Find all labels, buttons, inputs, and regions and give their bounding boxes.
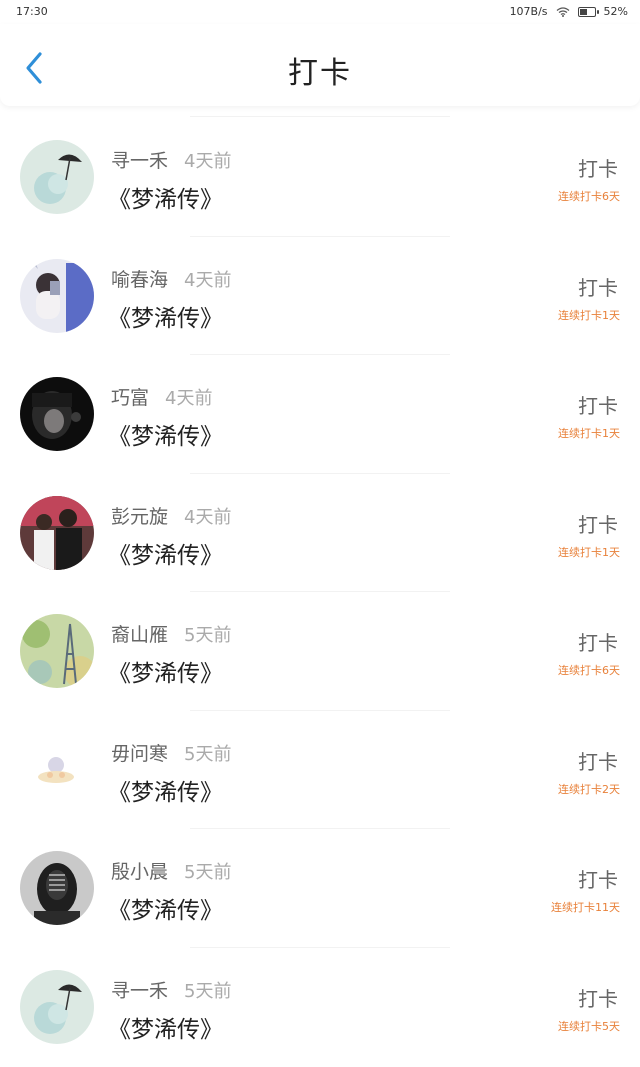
book-title: 《梦浠传》 [108,305,223,332]
book-title: 《梦浠传》 [108,187,223,213]
checkin-button[interactable]: 打卡 [578,153,618,182]
avatar[interactable] [20,258,94,333]
checkin-button[interactable]: 打卡 [578,627,618,656]
battery-percent: 52% [603,5,628,18]
status-indicators: 107B/s 52% [510,5,628,18]
streak-label: 连续打卡11天 [551,901,620,914]
time-ago: 5天前 [184,743,232,765]
book-title: 《梦浠传》 [108,661,223,687]
streak-label: 连续打卡6天 [558,190,620,203]
list-item[interactable]: 喻春海 4天前 《梦浠传》 打卡 连续打卡1天 [0,237,640,355]
header: 打卡 [0,24,640,106]
list-item[interactable]: 裔山雁 5天前 《梦浠传》 打卡 连续打卡6天 [0,592,640,711]
item-meta: 毋问寒 5天前 [111,739,231,766]
item-meta: 裔山雁 5天前 [111,620,231,647]
time-ago: 5天前 [184,862,232,883]
list-item[interactable]: 巧富 4天前 《梦浠传》 打卡 连续打卡1天 [0,355,640,474]
page-title: 打卡 [288,56,352,91]
list-item[interactable]: 殷小晨 5天前 《梦浠传》 打卡 连续打卡11天 [0,829,640,948]
checkin-button[interactable]: 打卡 [578,272,618,301]
list-item[interactable]: 寻一禾 5天前 《梦浠传》 打卡 连续打卡5天 [0,948,640,1067]
book-title: 《梦浠传》 [108,542,223,569]
user-name: 寻一禾 [111,979,169,1002]
user-name: 殷小晨 [111,861,169,883]
wifi-icon [556,6,570,17]
time-ago: 4天前 [184,506,232,528]
checkin-button[interactable]: 打卡 [578,983,618,1012]
avatar[interactable] [20,377,94,451]
user-name: 彭元旋 [111,505,169,528]
network-speed: 107B/s [509,5,548,18]
avatar[interactable] [20,969,94,1044]
item-meta: 殷小晨 5天前 [111,857,231,884]
user-name: 裔山雁 [111,624,169,646]
avatar[interactable] [20,495,94,570]
avatar[interactable] [20,140,94,214]
streak-label: 连续打卡6天 [558,664,620,677]
streak-label: 连续打卡1天 [558,545,620,559]
battery-icon [577,6,599,17]
item-meta: 寻一禾 5天前 [111,976,231,1003]
streak-label: 连续打卡1天 [558,308,620,322]
time-ago: 4天前 [184,151,232,172]
checkin-button[interactable]: 打卡 [578,864,618,893]
book-title: 《梦浠传》 [108,424,223,450]
status-time: 17:30 [16,5,48,18]
streak-label: 连续打卡1天 [558,427,620,440]
streak-label: 连续打卡5天 [558,1019,620,1033]
avatar[interactable] [20,851,94,925]
user-name: 喻春海 [111,268,169,291]
item-meta: 彭元旋 4天前 [111,502,231,529]
list-item[interactable]: 毋问寒 5天前 《梦浠传》 打卡 连续打卡2天 [0,711,640,829]
list-item[interactable]: 彭元旋 4天前 《梦浠传》 打卡 连续打卡1天 [0,474,640,592]
time-ago: 4天前 [184,269,232,291]
status-bar: 17:30 107B/s 52% [0,0,640,24]
user-name: 毋问寒 [111,742,169,765]
streak-label: 连续打卡2天 [558,782,620,796]
time-ago: 5天前 [184,625,232,646]
list-item[interactable]: 寻一禾 4天前 《梦浠传》 打卡 连续打卡6天 [0,118,640,237]
time-ago: 4天前 [165,388,213,409]
checkin-button[interactable]: 打卡 [578,746,618,775]
checkin-button[interactable]: 打卡 [578,509,618,538]
checkin-list: 寻一禾 4天前 《梦浠传》 打卡 连续打卡6天 喻春海 4天前 《梦浠传》 打卡 连… [0,118,640,1066]
user-name: 寻一禾 [111,150,169,172]
book-title: 《梦浠传》 [108,1016,223,1043]
item-meta: 寻一禾 4天前 [111,146,231,173]
time-ago: 5天前 [184,980,232,1002]
avatar[interactable] [20,732,94,807]
checkin-button[interactable]: 打卡 [578,390,618,419]
user-name: 巧富 [111,387,150,409]
battery-fill [579,8,587,15]
item-meta: 巧富 4天前 [111,383,212,410]
book-title: 《梦浠传》 [108,898,223,924]
avatar[interactable] [20,614,94,688]
item-meta: 喻春海 4天前 [111,265,231,292]
book-title: 《梦浠传》 [108,779,223,806]
divider [190,116,450,117]
